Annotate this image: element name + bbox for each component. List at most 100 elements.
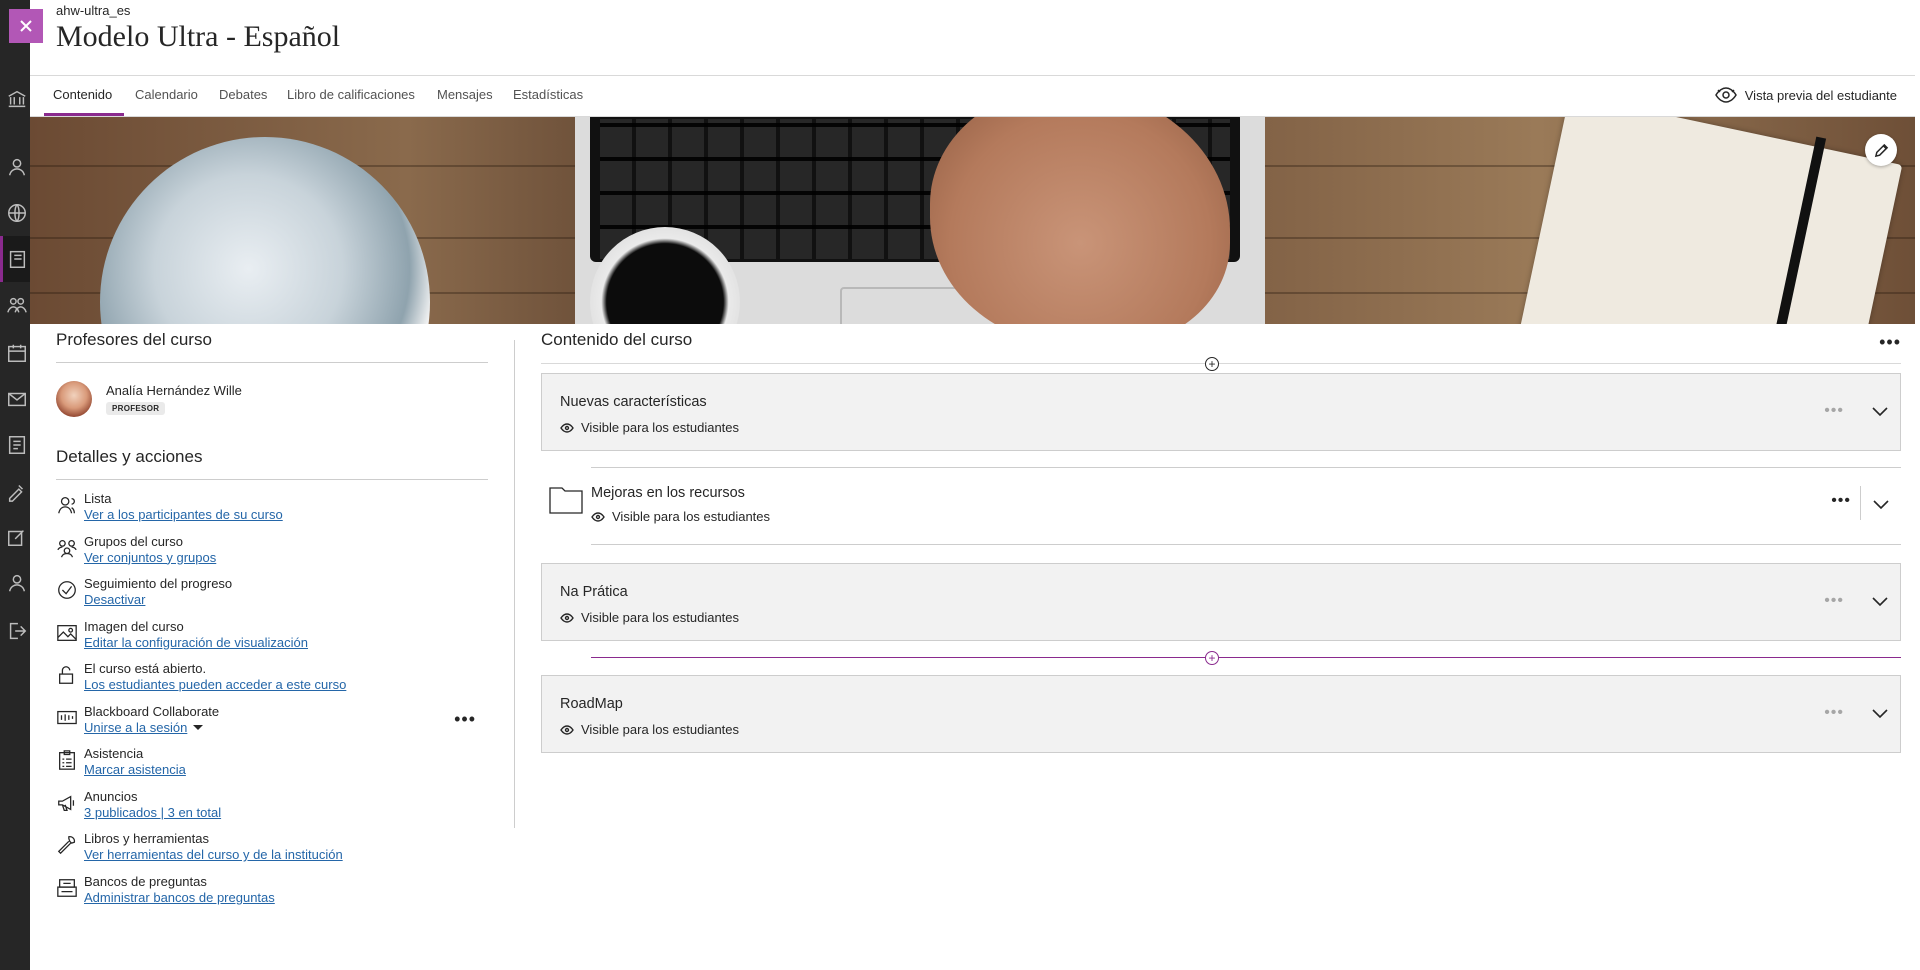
announcements-link[interactable]: 3 publicados | 3 en total — [84, 805, 221, 820]
banner-hand — [930, 117, 1230, 324]
expand-button[interactable] — [1872, 594, 1888, 607]
module-more-button[interactable]: ••• — [1824, 592, 1844, 610]
books-tools-link[interactable]: Ver herramientas del curso y de la insti… — [84, 847, 343, 862]
collaborate-icon — [56, 707, 78, 729]
visibility-status[interactable]: Visible para los estudiantes — [560, 420, 739, 435]
folder-item[interactable]: Mejoras en los recursos Visible para los… — [549, 467, 1901, 545]
join-session-link[interactable]: Unirse a la sesión — [84, 720, 187, 735]
edit-banner-button[interactable] — [1865, 134, 1897, 166]
image-icon — [56, 622, 78, 644]
eye-icon — [560, 724, 574, 735]
wrench-icon — [56, 834, 78, 856]
learning-module[interactable]: Nuevas características Visible para los … — [541, 373, 1901, 451]
course-id: ahw-ultra_es — [56, 3, 131, 18]
chevron-down-icon — [1873, 500, 1889, 510]
question-banks-link[interactable]: Administrar bancos de preguntas — [84, 890, 275, 905]
visibility-status[interactable]: Visible para los estudiantes — [560, 610, 739, 625]
learning-module[interactable]: RoadMap Visible para los estudiantes ••• — [541, 675, 1901, 753]
progress-tracking-link[interactable]: Desactivar — [84, 592, 145, 607]
list-item: Anuncios 3 publicados | 3 en total — [56, 784, 488, 827]
role-badge: PROFESOR — [106, 401, 166, 415]
tab-mensajes[interactable]: Mensajes — [437, 87, 493, 102]
chevron-down-icon[interactable] — [193, 724, 204, 730]
details-list: Lista Ver a los participantes de su curs… — [56, 486, 488, 911]
profile-icon[interactable] — [4, 154, 30, 180]
list-item: Seguimiento del progreso Desactivar — [56, 571, 488, 614]
list-item: Bancos de preguntas Administrar bancos d… — [56, 869, 488, 912]
groups-link[interactable]: Ver conjuntos y grupos — [84, 550, 216, 565]
course-sidebar: Profesores del curso Analía Hernández Wi… — [56, 330, 488, 911]
folder-title[interactable]: Mejoras en los recursos — [591, 485, 745, 501]
sign-out-icon[interactable] — [4, 618, 30, 644]
detail-label: Libros y herramientas — [84, 831, 209, 846]
detail-label: Imagen del curso — [84, 618, 184, 634]
tab-contenido[interactable]: Contenido — [53, 87, 112, 102]
megaphone-icon — [56, 792, 78, 814]
module-more-button[interactable]: ••• — [1824, 704, 1844, 722]
detail-label: Bancos de preguntas — [84, 873, 207, 889]
folder-icon — [549, 484, 583, 514]
course-image-link[interactable]: Editar la configuración de visualización — [84, 635, 308, 650]
divider — [56, 479, 488, 480]
roster-link[interactable]: Ver a los participantes de su curso — [84, 507, 283, 522]
activity-icon[interactable] — [4, 432, 30, 458]
detail-label: Asistencia — [84, 746, 144, 761]
collaborate-more-button[interactable]: ••• — [454, 709, 476, 730]
expand-button[interactable] — [1872, 706, 1888, 719]
user-icon[interactable] — [4, 570, 30, 596]
progress-check-icon — [56, 579, 78, 601]
global-nav-rail — [0, 0, 30, 970]
tab-estadisticas[interactable]: Estadísticas — [513, 87, 583, 102]
module-more-button[interactable]: ••• — [1824, 402, 1844, 420]
course-panel: ahw-ultra_es Modelo Ultra - Español Cont… — [30, 0, 1915, 970]
visibility-status[interactable]: Visible para los estudiantes — [560, 722, 739, 737]
tools-icon[interactable] — [4, 524, 30, 550]
active-tab-indicator — [44, 113, 124, 116]
add-content-row: + — [541, 355, 1901, 373]
visibility-label: Visible para los estudiantes — [581, 420, 740, 435]
content-more-button[interactable]: ••• — [1879, 332, 1901, 353]
institution-icon[interactable] — [4, 86, 30, 112]
pencil-icon — [1874, 143, 1888, 157]
module-title[interactable]: Nuevas características — [560, 394, 707, 410]
folder-more-button[interactable]: ••• — [1831, 492, 1851, 510]
organizations-icon[interactable] — [4, 292, 30, 318]
divider — [56, 362, 488, 363]
messages-icon[interactable] — [4, 386, 30, 412]
course-tabs: Contenido Calendario Debates Libro de ca… — [30, 75, 1915, 117]
avatar — [56, 381, 92, 417]
details-heading: Detalles y acciones — [56, 447, 203, 466]
add-content-button[interactable]: + — [1205, 357, 1219, 371]
visibility-label: Visible para los estudiantes — [581, 610, 740, 625]
close-course-button[interactable] — [9, 9, 43, 43]
calendar-icon[interactable] — [4, 340, 30, 366]
tab-debates[interactable]: Debates — [219, 87, 267, 102]
instructor-card[interactable]: Analía Hernández Wille PROFESOR — [56, 379, 488, 419]
list-item: Grupos del curso Ver conjuntos y grupos — [56, 529, 488, 572]
attendance-icon — [56, 749, 78, 771]
tab-libro-de-calificaciones[interactable]: Libro de calificaciones — [287, 87, 415, 102]
list-item: Asistencia Marcar asistencia — [56, 741, 488, 784]
course-open-link[interactable]: Los estudiantes pueden acceder a este cu… — [84, 677, 346, 692]
module-title[interactable]: Na Prática — [560, 584, 628, 600]
module-title[interactable]: RoadMap — [560, 696, 623, 712]
instructor-name: Analía Hernández Wille — [106, 382, 242, 398]
visibility-label: Visible para los estudiantes — [581, 722, 740, 737]
attendance-link[interactable]: Marcar asistencia — [84, 762, 186, 777]
question-bank-icon — [56, 877, 78, 899]
learning-module[interactable]: Na Prática Visible para los estudiantes … — [541, 563, 1901, 641]
visibility-status[interactable]: Visible para los estudiantes — [591, 509, 770, 524]
chevron-down-icon — [1872, 597, 1888, 607]
preview-eye-icon — [1714, 87, 1737, 103]
detail-label: Seguimiento del progreso — [84, 576, 233, 591]
student-preview-label: Vista previa del estudiante — [1744, 87, 1897, 103]
expand-button[interactable] — [1873, 497, 1889, 510]
grades-icon[interactable] — [4, 478, 30, 504]
globe-icon[interactable] — [4, 200, 30, 226]
add-content-button[interactable]: + — [1205, 651, 1219, 665]
tab-calendario[interactable]: Calendario — [135, 87, 198, 102]
expand-button[interactable] — [1872, 404, 1888, 417]
detail-label: Grupos del curso — [84, 533, 183, 549]
student-preview-button[interactable]: Vista previa del estudiante — [1714, 87, 1897, 103]
courses-icon[interactable] — [4, 246, 30, 272]
